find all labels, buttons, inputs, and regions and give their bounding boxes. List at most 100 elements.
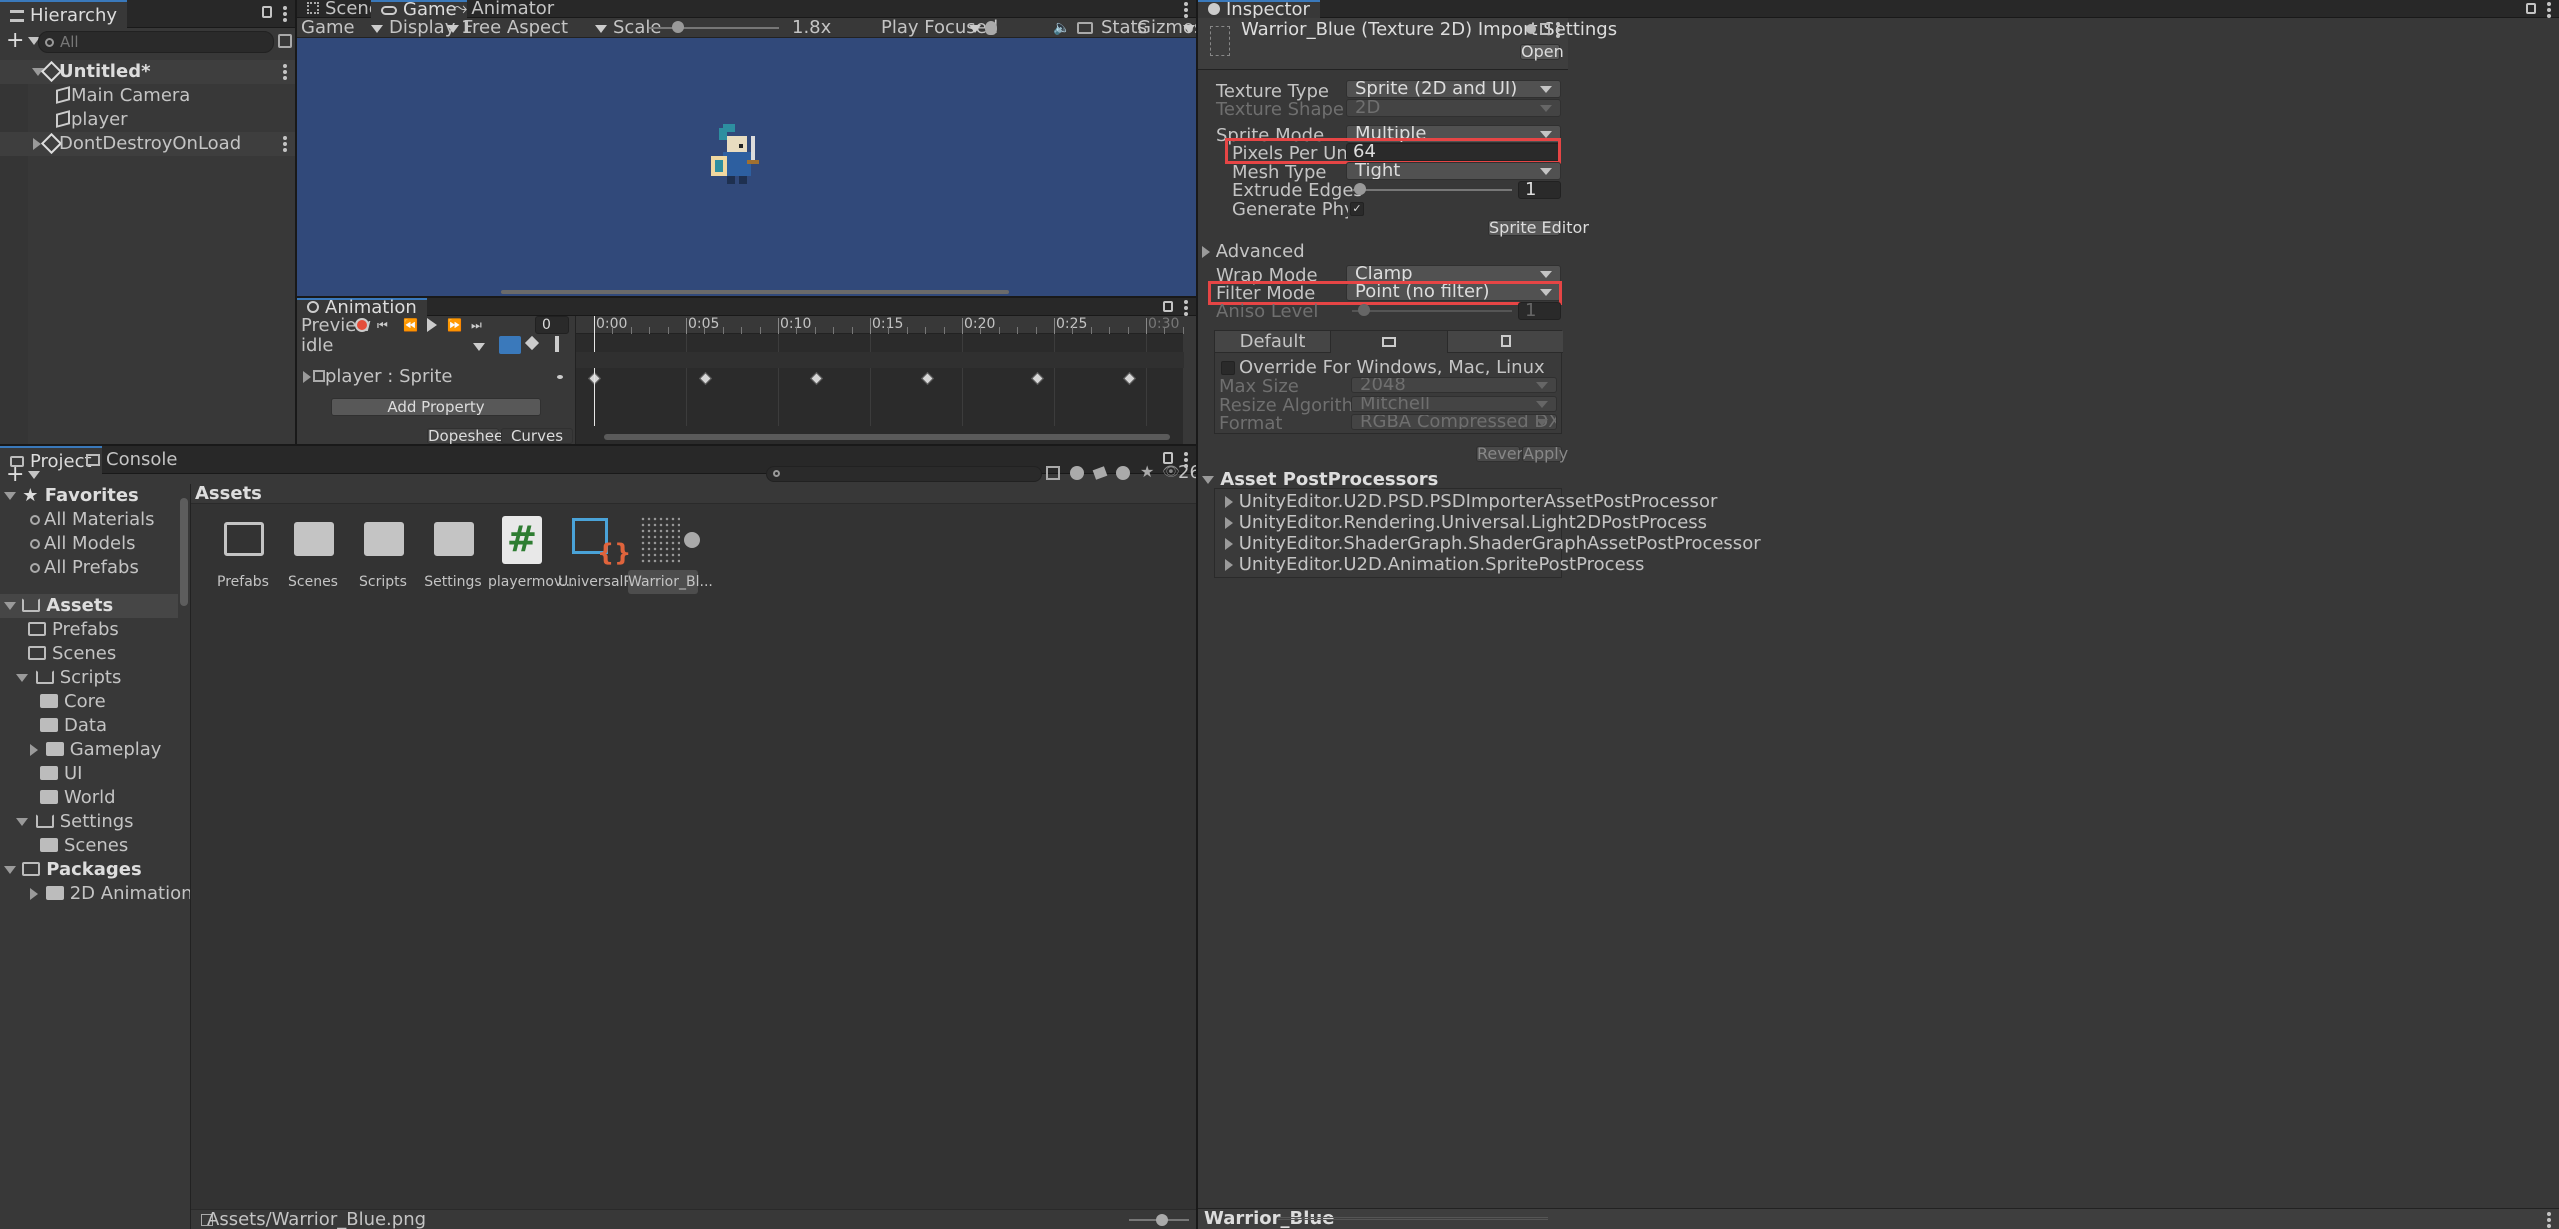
extrude-slider-track[interactable] — [1352, 189, 1512, 191]
filter-by-type-icon[interactable] — [1070, 466, 1084, 480]
hierarchy-item-player[interactable]: player — [0, 108, 295, 132]
apply-button[interactable]: Apply — [1522, 446, 1568, 462]
icon-size-thumb[interactable] — [1156, 1214, 1168, 1226]
add-keyframe-sync-icon[interactable] — [499, 336, 521, 354]
revert-button[interactable]: Revert — [1476, 446, 1529, 462]
last-keyframe-icon[interactable]: ⏭ — [471, 318, 482, 333]
create-button[interactable]: + — [6, 30, 41, 52]
first-keyframe-icon[interactable]: ⏮ — [377, 318, 388, 333]
prev-keyframe-icon[interactable]: ⏪ — [403, 318, 418, 332]
menu-icon[interactable] — [283, 6, 287, 22]
tree-scrollbar[interactable] — [180, 498, 188, 606]
tree-core[interactable]: Core — [0, 690, 106, 714]
favorites-header[interactable]: ★ Favorites — [0, 484, 178, 508]
sprite-editor-button[interactable]: Sprite Editor — [1488, 220, 1589, 236]
menu-icon[interactable] — [2547, 2, 2551, 18]
lock-icon[interactable] — [1163, 301, 1173, 312]
platform-tab-default[interactable]: Default — [1215, 331, 1331, 353]
open-button[interactable]: Open — [1520, 44, 1564, 60]
asset-item[interactable]: Scripts — [348, 514, 418, 594]
texture-type-dropdown[interactable]: Sprite (2D and UI) — [1346, 80, 1561, 98]
curves-tab[interactable]: Curves — [501, 428, 573, 444]
tab-hierarchy[interactable]: Hierarchy — [0, 0, 128, 28]
extrude-slider-thumb[interactable] — [1354, 183, 1366, 195]
keyframe-diamond[interactable] — [921, 372, 934, 385]
dontdestroy-row[interactable]: DontDestroyOnLoad — [0, 132, 295, 156]
breadcrumb[interactable]: Assets — [195, 482, 262, 506]
play-focused-dropdown[interactable]: Play Focused — [881, 16, 998, 40]
tree-settings-scenes[interactable]: Scenes — [0, 834, 128, 858]
tree-ui[interactable]: UI — [0, 762, 82, 786]
tree-scripts[interactable]: Scripts — [0, 666, 121, 690]
tab-inspector[interactable]: Inspector — [1198, 0, 1320, 19]
timeline-h-scrollbar[interactable] — [604, 434, 1170, 440]
expand-arrow-icon[interactable] — [4, 866, 16, 874]
scene-search-icon[interactable] — [278, 34, 292, 48]
asset-item[interactable]: Prefabs — [208, 514, 278, 594]
lock-icon[interactable] — [262, 6, 272, 18]
component-menu-icon[interactable] — [1556, 22, 1560, 38]
warning-icon[interactable] — [1116, 466, 1130, 480]
generate-physics-checkbox[interactable]: ✓ — [1350, 202, 1364, 216]
favorite-all-prefabs[interactable]: All Prefabs — [0, 556, 139, 580]
tree-gameplay[interactable]: Gameplay — [0, 738, 161, 762]
expand-arrow-icon[interactable] — [30, 888, 38, 900]
footer-menu-icon[interactable] — [2547, 1212, 2551, 1228]
property-option-icon[interactable] — [557, 375, 563, 379]
game-view[interactable] — [297, 38, 1196, 296]
clip-dropdown[interactable]: idle — [301, 334, 485, 358]
advanced-foldout[interactable]: Advanced — [1202, 240, 1305, 264]
add-property-button[interactable]: Add Property — [331, 398, 541, 416]
packages-header[interactable]: Packages — [0, 858, 178, 882]
play-icon[interactable] — [427, 318, 437, 332]
search-filter-icon[interactable] — [1046, 466, 1060, 480]
asset-item[interactable]: Warrior_Bl... — [628, 514, 713, 594]
expand-arrow-icon[interactable] — [16, 818, 28, 826]
expand-arrow-icon[interactable] — [30, 744, 38, 756]
hierarchy-item-main-camera[interactable]: Main Camera — [0, 84, 295, 108]
scale-slider-track[interactable] — [649, 27, 779, 29]
asset-item[interactable]: # playermov... — [488, 514, 575, 594]
keyframe-diamond[interactable] — [699, 372, 712, 385]
expand-arrow-icon[interactable] — [4, 492, 16, 500]
expand-arrow-icon[interactable] — [4, 602, 16, 610]
menu-icon[interactable] — [1184, 300, 1188, 316]
favorite-all-materials[interactable]: All Materials — [0, 508, 155, 532]
lock-icon[interactable] — [1163, 452, 1173, 464]
asset-item[interactable]: Settings — [418, 514, 488, 594]
expand-arrow-icon[interactable] — [16, 674, 28, 682]
tree-data[interactable]: Data — [0, 714, 107, 738]
tree-scenes[interactable]: Scenes — [0, 642, 116, 666]
asset-item[interactable]: Scenes — [278, 514, 348, 594]
postprocessor-item[interactable]: UnityEditor.U2D.Animation.SpritePostProc… — [1225, 553, 1644, 577]
override-checkbox[interactable] — [1221, 361, 1235, 375]
tree-world[interactable]: World — [0, 786, 116, 810]
expand-sprites-icon[interactable] — [684, 532, 700, 548]
platform-tab-webgl[interactable] — [1447, 331, 1563, 353]
keyframe-diamond[interactable] — [1123, 372, 1136, 385]
preset-icon[interactable] — [1540, 23, 1550, 35]
scene-row[interactable]: Untitled* — [0, 60, 295, 84]
assets-header[interactable]: Assets — [0, 594, 178, 618]
lock-icon[interactable] — [2526, 3, 2536, 14]
record-button[interactable] — [355, 318, 369, 332]
keyframe-diamond[interactable] — [1031, 372, 1044, 385]
footer-resize-handle[interactable] — [1278, 1217, 1548, 1220]
add-event-icon[interactable] — [555, 336, 559, 352]
asset-item[interactable]: {} UniversalR... — [558, 514, 646, 594]
keyframe-diamond[interactable] — [810, 372, 823, 385]
game-view-dropdown[interactable]: Game — [301, 16, 383, 40]
hierarchy-search-input[interactable]: All — [38, 31, 274, 53]
project-create-button[interactable]: + — [6, 464, 41, 486]
dontdestroy-menu-icon[interactable] — [283, 136, 287, 152]
star-icon[interactable]: ★ — [1140, 462, 1154, 481]
extrude-input[interactable]: 1 — [1518, 181, 1561, 199]
chevron-down-icon[interactable] — [1183, 25, 1195, 33]
display-dropdown[interactable]: Display 1 — [389, 16, 473, 40]
tree-prefabs[interactable]: Prefabs — [0, 618, 119, 642]
aspect-dropdown[interactable]: Free Aspect — [463, 16, 607, 40]
expand-arrow-icon[interactable] — [303, 371, 311, 383]
tab-console[interactable]: Console — [76, 446, 187, 474]
mesh-type-dropdown[interactable]: Tight — [1346, 162, 1561, 180]
frame-input[interactable]: 0 — [535, 316, 569, 334]
